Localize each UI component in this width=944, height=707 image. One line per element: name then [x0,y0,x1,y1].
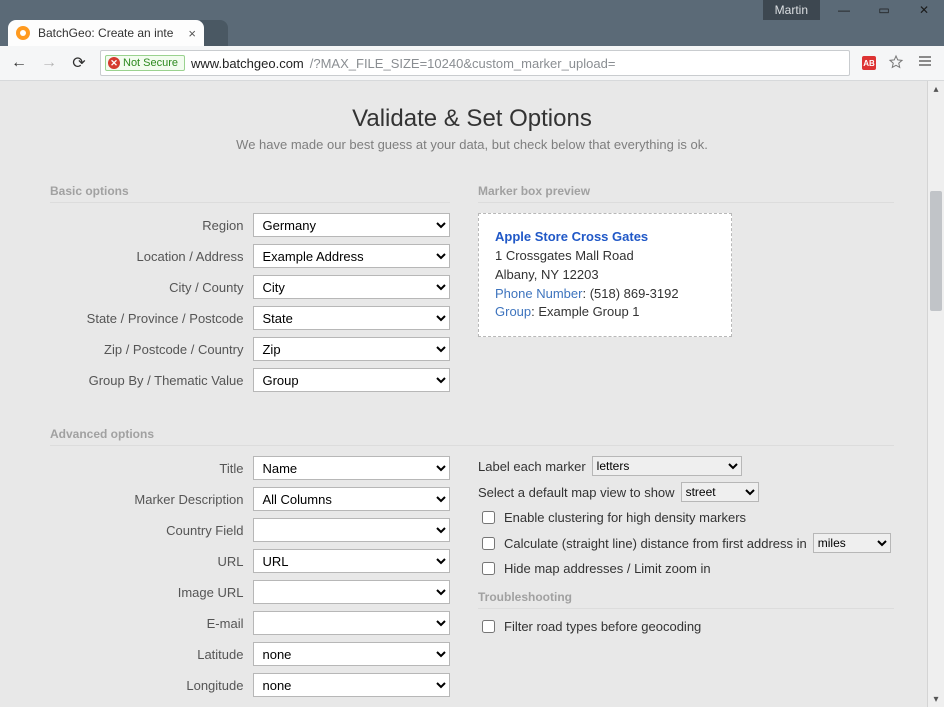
nav-forward-button[interactable]: → [40,54,58,72]
window-maximize-button[interactable]: ▭ [864,0,904,20]
tab-close-icon[interactable]: × [188,26,196,41]
security-label: Not Secure [123,57,178,69]
label-location: Location / Address [50,249,253,264]
scroll-thumb[interactable] [930,191,942,311]
label-zip: Zip / Postcode / Country [50,342,253,357]
scrollbar[interactable]: ▴ ▾ [927,81,944,707]
select-image-url[interactable] [253,580,450,604]
label-hide-map-addresses: Hide map addresses / Limit zoom in [504,561,711,576]
select-title[interactable]: Name [253,456,450,480]
window-close-button[interactable]: ✕ [904,0,944,20]
select-country-field[interactable] [253,518,450,542]
browser-toolbar: ← → ⟳ ✕ Not Secure www.batchgeo.com /?MAX… [0,46,944,81]
label-country-field: Country Field [50,523,253,538]
select-label-each-marker[interactable]: letters [592,456,742,476]
label-url: URL [50,554,253,569]
col-basic-options: Basic options Region Germany Location / … [50,184,450,399]
label-label-each-marker: Label each marker [478,459,586,474]
label-email: E-mail [50,616,253,631]
bookmark-star-icon[interactable] [888,54,904,73]
preview-address-line2: Albany, NY 12203 [495,267,599,282]
preview-group-label: Group [495,304,531,319]
label-latitude: Latitude [50,647,253,662]
extension-ab-icon[interactable]: AB [862,56,876,70]
browser-window: Martin — ▭ ✕ BatchGeo: Create an inte × … [0,0,944,707]
marker-preview-box: Apple Store Cross Gates 1 Crossgates Mal… [478,213,732,337]
address-bar[interactable]: ✕ Not Secure www.batchgeo.com /?MAX_FILE_… [100,50,850,76]
col-advanced-left: Title Name Marker Description All Column… [50,456,450,704]
label-default-map-view: Select a default map view to show [478,485,675,500]
label-title: Title [50,461,253,476]
label-state: State / Province / Postcode [50,311,253,326]
url-path: /?MAX_FILE_SIZE=10240&custom_marker_uplo… [310,56,616,71]
label-filter-road-types: Filter road types before geocoding [504,619,701,634]
url-host: www.batchgeo.com [191,56,304,71]
select-longitude[interactable]: none [253,673,450,697]
select-latitude[interactable]: none [253,642,450,666]
section-advanced-options: Advanced options [50,427,894,446]
label-longitude: Longitude [50,678,253,693]
preview-title-link[interactable]: Apple Store Cross Gates [495,229,648,244]
section-marker-preview: Marker box preview [478,184,894,203]
select-region[interactable]: Germany [253,213,450,237]
select-location[interactable]: Example Address [253,244,450,268]
favicon-icon [16,26,30,40]
window-minimize-button[interactable]: — [824,0,864,20]
tab-strip: BatchGeo: Create an inte × [0,20,944,46]
checkbox-distance[interactable] [482,537,495,550]
page-title: Validate & Set Options [50,105,894,133]
select-email[interactable] [253,611,450,635]
select-default-map-view[interactable]: street [681,482,759,502]
select-distance-units[interactable]: miles [813,533,891,553]
checkbox-filter-road-types[interactable] [482,620,495,633]
page-subtitle: We have made our best guess at your data… [50,137,894,152]
tab-title: BatchGeo: Create an inte [38,26,180,40]
label-group: Group By / Thematic Value [50,373,253,388]
scroll-up-icon[interactable]: ▴ [928,81,944,97]
label-distance: Calculate (straight line) distance from … [504,536,807,551]
preview-phone-label: Phone Number [495,286,582,301]
reload-button[interactable]: ⟳ [70,53,88,73]
label-region: Region [50,218,253,233]
nav-back-button[interactable]: ← [10,54,28,72]
user-chip[interactable]: Martin [763,0,820,20]
security-chip[interactable]: ✕ Not Secure [105,55,185,71]
label-image-url: Image URL [50,585,253,600]
window-titlebar: Martin — ▭ ✕ [0,0,944,20]
scroll-down-icon[interactable]: ▾ [928,691,944,707]
select-group[interactable]: Group [253,368,450,392]
select-marker-description[interactable]: All Columns [253,487,450,511]
page: Validate & Set Options We have made our … [0,81,944,707]
preview-address-line1: 1 Crossgates Mall Road [495,248,634,263]
label-enable-clustering: Enable clustering for high density marke… [504,510,746,525]
select-state[interactable]: State [253,306,450,330]
section-basic-options: Basic options [50,184,450,203]
select-zip[interactable]: Zip [253,337,450,361]
checkbox-hide-map-addresses[interactable] [482,562,495,575]
checkbox-enable-clustering[interactable] [482,511,495,524]
label-marker-description: Marker Description [50,492,253,507]
section-troubleshooting: Troubleshooting [478,590,894,609]
row-advanced: Title Name Marker Description All Column… [50,456,894,704]
row-basic: Basic options Region Germany Location / … [50,184,894,399]
col-preview: Marker box preview Apple Store Cross Gat… [478,184,894,399]
browser-menu-button[interactable] [916,53,934,74]
col-advanced-right: Label each marker letters Select a defau… [478,456,894,704]
select-url[interactable]: URL [253,549,450,573]
page-viewport: Validate & Set Options We have made our … [0,81,944,707]
preview-phone-value: (518) 869-3192 [590,286,679,301]
new-tab-button[interactable] [200,20,228,46]
not-secure-icon: ✕ [108,57,120,69]
preview-group-value: Example Group 1 [538,304,639,319]
tab-batchgeo[interactable]: BatchGeo: Create an inte × [8,20,204,46]
label-city: City / County [50,280,253,295]
select-city[interactable]: City [253,275,450,299]
